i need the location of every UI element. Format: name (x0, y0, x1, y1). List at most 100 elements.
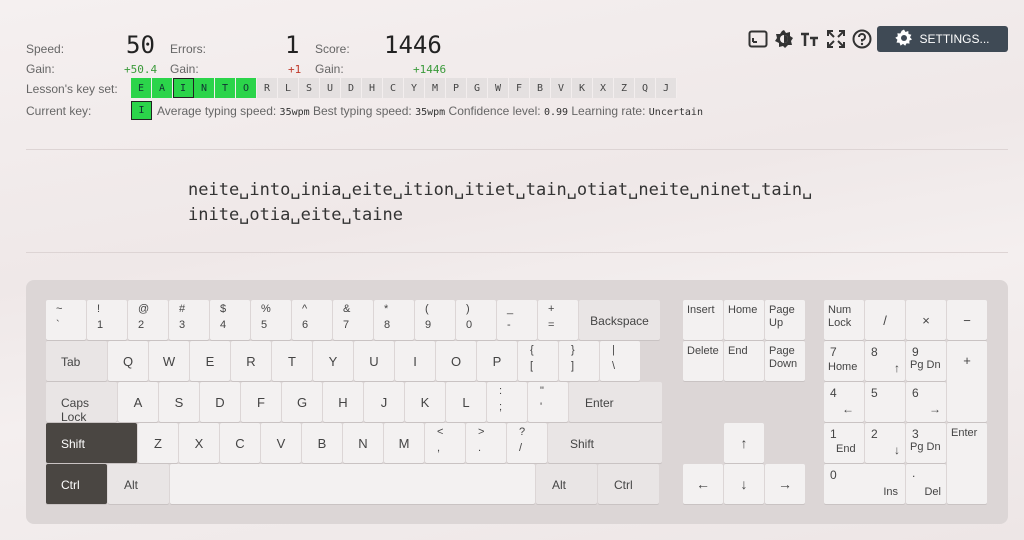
insert-key-label: Insert (687, 304, 715, 316)
numpad-2-key-label: 2 (871, 427, 878, 441)
numpad-1-key[interactable]: 1 End (824, 423, 864, 463)
key-b[interactable]: B (302, 423, 342, 463)
key-g[interactable]: G (282, 382, 322, 422)
key-sym-0[interactable]: {[ (518, 341, 558, 381)
numpad-divide-key[interactable]: / (865, 300, 905, 340)
numpad-dot-key[interactable]: . Del (906, 464, 946, 504)
numpad-minus-key[interactable]: − (947, 300, 987, 340)
key-y[interactable]: Y (313, 341, 353, 381)
keyset-key-v: V (551, 78, 572, 98)
key-i[interactable]: I (395, 341, 435, 381)
backspace-key[interactable]: Backspace (579, 300, 660, 340)
key-t[interactable]: T (272, 341, 312, 381)
key-=[interactable]: + = (538, 300, 578, 340)
key-w-label: W (162, 354, 176, 369)
help-icon[interactable] (851, 28, 873, 50)
numpad-4-key[interactable]: 4 ← (824, 382, 864, 422)
right-shift-key[interactable]: Shift (548, 423, 662, 463)
key--[interactable]: _ - (497, 300, 537, 340)
enter-key[interactable]: Enter (569, 382, 662, 422)
gear-icon (895, 29, 913, 50)
key-3[interactable]: #3 (169, 300, 209, 340)
key-7[interactable]: & 7 (333, 300, 373, 340)
key-sym4-2[interactable]: ? / (507, 423, 547, 463)
key-j[interactable]: J (364, 382, 404, 422)
num-lock-key[interactable]: Num Lock (824, 300, 864, 340)
key-`[interactable]: ~ ` (46, 300, 86, 340)
end-key[interactable]: End (724, 341, 764, 381)
delete-key[interactable]: Delete (683, 341, 723, 381)
numpad-8-key[interactable]: 8 ↑ (865, 341, 905, 381)
space-key[interactable] (170, 464, 535, 504)
key-2[interactable]: @2 (128, 300, 168, 340)
key-m[interactable]: M (384, 423, 424, 463)
numpad-6-key[interactable]: 6 → (906, 382, 946, 422)
page-up-key-label: Page (769, 304, 795, 316)
page-up-key[interactable]: Page Up (765, 300, 805, 340)
numpad-5-key[interactable]: 5 (865, 382, 905, 422)
key-q[interactable]: Q (108, 341, 148, 381)
key-f[interactable]: F (241, 382, 281, 422)
key-x[interactable]: X (179, 423, 219, 463)
key-u[interactable]: U (354, 341, 394, 381)
key-h[interactable]: H (323, 382, 363, 422)
key-sym3-0[interactable]: :; (487, 382, 527, 422)
numpad-3-key[interactable]: 3 Pg Dn (906, 423, 946, 463)
caps-lock-key[interactable]: Caps Lock (46, 382, 117, 424)
key-s[interactable]: S (159, 382, 199, 422)
key-sym4-1[interactable]: >. (466, 423, 506, 463)
window-icon[interactable] (747, 28, 769, 50)
key-9[interactable]: (9 (415, 300, 455, 340)
key-z[interactable]: Z (138, 423, 178, 463)
numpad-multiply-key[interactable]: × (906, 300, 946, 340)
key-d[interactable]: D (200, 382, 240, 422)
arrow-down-key[interactable]: ↓ (724, 464, 764, 504)
arrow-right-key[interactable]: → (765, 464, 805, 504)
key-sym3-1[interactable]: " ' (528, 382, 568, 422)
key-8[interactable]: * 8 (374, 300, 414, 340)
key-o[interactable]: O (436, 341, 476, 381)
lesson-text[interactable]: neite␣into␣inia␣eite␣ition␣itiet␣tain␣ot… (188, 178, 828, 228)
numpad-enter-key[interactable]: Enter (947, 423, 987, 504)
page-up-key-label: Up (769, 317, 784, 329)
fullscreen-icon[interactable] (825, 28, 847, 50)
key-sym-1[interactable]: }] (559, 341, 599, 381)
key-1[interactable]: ! 1 (87, 300, 127, 340)
key-w[interactable]: W (149, 341, 189, 381)
right-alt-key[interactable]: Alt (536, 464, 597, 504)
left-ctrl-key[interactable]: Ctrl (46, 464, 107, 504)
key-sym-2[interactable]: | \ (600, 341, 640, 381)
arrow-up-key[interactable]: ↑ (724, 423, 764, 463)
key-a[interactable]: A (118, 382, 158, 422)
key-c[interactable]: C (220, 423, 260, 463)
key-e[interactable]: E (190, 341, 230, 381)
tab-key[interactable]: Tab (46, 341, 107, 381)
theme-icon[interactable] (773, 28, 795, 50)
key-sym4-0[interactable]: <, (425, 423, 465, 463)
numpad-7-key[interactable]: 7 Home (824, 341, 864, 381)
key-k[interactable]: K (405, 382, 445, 422)
numpad-2-key[interactable]: 2 ↓ (865, 423, 905, 463)
key-n[interactable]: N (343, 423, 383, 463)
page-down-key[interactable]: Page Down (765, 341, 805, 381)
key-5[interactable]: % 5 (251, 300, 291, 340)
key-r[interactable]: R (231, 341, 271, 381)
key-l[interactable]: L (446, 382, 486, 422)
home-key[interactable]: Home (724, 300, 764, 340)
arrow-left-key[interactable]: ← (683, 464, 723, 504)
errors-gain-value: +1 (288, 63, 302, 76)
settings-button[interactable]: SETTINGS... (877, 26, 1008, 52)
numpad-plus-key[interactable]: + (947, 341, 987, 422)
key-v[interactable]: V (261, 423, 301, 463)
font-size-icon[interactable] (799, 28, 821, 50)
left-shift-key[interactable]: Shift (46, 423, 137, 463)
numpad-0-key[interactable]: 0 Ins (824, 464, 905, 504)
left-alt-key[interactable]: Alt (108, 464, 169, 504)
right-ctrl-key[interactable]: Ctrl (598, 464, 659, 504)
key-4[interactable]: $4 (210, 300, 250, 340)
key-0[interactable]: ) 0 (456, 300, 496, 340)
key-6[interactable]: ^ 6 (292, 300, 332, 340)
key-p[interactable]: P (477, 341, 517, 381)
insert-key[interactable]: Insert (683, 300, 723, 340)
numpad-9-key[interactable]: 9 Pg Dn (906, 341, 946, 381)
